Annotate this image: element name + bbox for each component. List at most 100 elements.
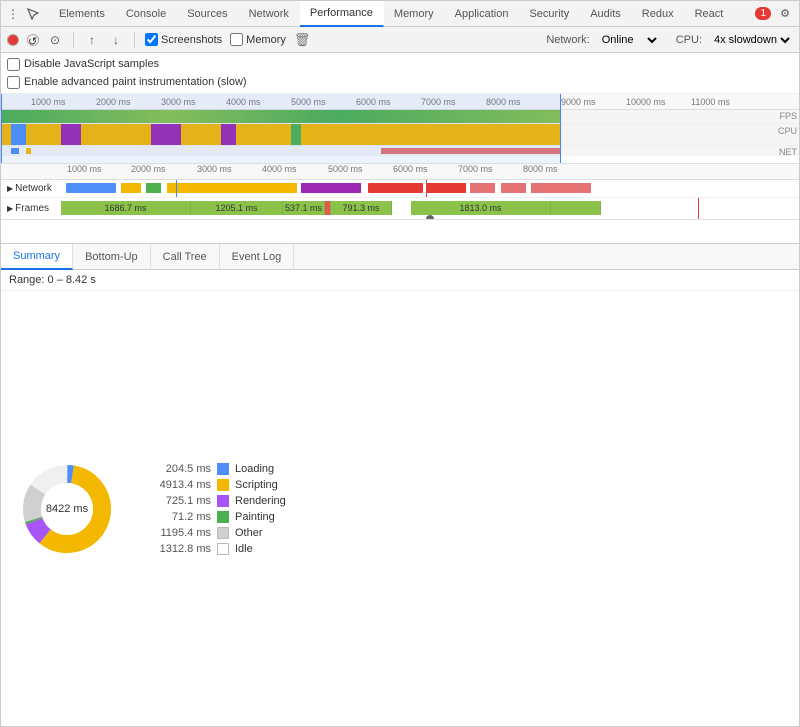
main-tick-6000: 6000 ms xyxy=(393,164,428,174)
tab-redux[interactable]: Redux xyxy=(632,1,685,27)
legend-painting: 71.2 ms Painting xyxy=(141,511,286,523)
screenshots-checkbox[interactable] xyxy=(145,33,158,46)
frame-3: 537.1 ms xyxy=(283,201,325,215)
net-req-5 xyxy=(301,183,361,193)
toolbar: ↺ ⊙ ↑ ↓ Screenshots Memory 🗑 Network: On… xyxy=(1,27,799,53)
net-req-7 xyxy=(426,183,466,193)
frame-6 xyxy=(551,201,601,215)
network-select[interactable]: Online Slow 3G Fast 3G Offline xyxy=(598,33,660,47)
upload-icon[interactable]: ↑ xyxy=(84,32,100,48)
tab-event-log[interactable]: Event Log xyxy=(220,244,295,270)
disable-js-checkbox[interactable] xyxy=(7,58,20,71)
range-label: Range: 0 – 8.42 s xyxy=(9,274,96,286)
net-req-3 xyxy=(146,183,161,193)
cpu-text: CPU xyxy=(778,126,797,136)
fps-bars xyxy=(1,110,561,123)
cpu-select[interactable]: 4x slowdown No throttling 2x slowdown 6x… xyxy=(710,33,793,47)
enable-paint-checkbox[interactable] xyxy=(7,76,20,89)
other-ms: 1195.4 ms xyxy=(141,527,211,539)
main-timeline[interactable]: 1000 ms 2000 ms 3000 ms 4000 ms 5000 ms … xyxy=(1,164,799,244)
net-req-10 xyxy=(531,183,591,193)
resize-handle[interactable] xyxy=(426,215,434,219)
net-track: NET xyxy=(1,146,799,156)
tick-11000: 11000 ms xyxy=(691,97,730,107)
frame-4: 791.3 ms xyxy=(331,201,392,215)
loading-ms: 204.5 ms xyxy=(141,463,211,475)
tab-security[interactable]: Security xyxy=(519,1,580,27)
tick-3000: 3000 ms xyxy=(161,97,196,107)
frames-track-content: 1686.7 ms 1205.1 ms 537.1 ms 791.3 ms xyxy=(61,198,799,219)
tab-react[interactable]: React xyxy=(685,1,735,27)
net-req-1 xyxy=(66,183,116,193)
net-req-6 xyxy=(368,183,423,193)
network-track-label[interactable]: ▶ Network xyxy=(1,183,61,194)
frame-5: 1813.0 ms xyxy=(411,201,551,215)
separator xyxy=(73,32,74,48)
frames-track-label[interactable]: ▶ Frames xyxy=(1,203,61,214)
legend-scripting: 4913.4 ms Scripting xyxy=(141,479,286,491)
cpu-label: CPU: xyxy=(676,34,702,46)
overview-timeline[interactable]: 1000 ms 2000 ms 3000 ms 4000 ms 5000 ms … xyxy=(1,94,799,164)
main-tick-3000: 3000 ms xyxy=(197,164,232,174)
donut-chart: 8422 ms xyxy=(17,459,117,559)
devtools-icons: ⋮ xyxy=(5,6,41,22)
net-req-9 xyxy=(501,183,526,193)
legend-idle: 1312.8 ms Idle xyxy=(141,543,286,555)
devtools-window: ⋮ Elements Console Sources Network Perfo… xyxy=(0,0,800,727)
trash-icon[interactable]: 🗑 xyxy=(294,32,311,48)
legend: 204.5 ms Loading 4913.4 ms Scripting 725… xyxy=(141,463,286,555)
main-tick-4000: 4000 ms xyxy=(262,164,297,174)
other-color xyxy=(217,527,229,539)
legend-rendering: 725.1 ms Rendering xyxy=(141,495,286,507)
disable-js-label: Disable JavaScript samples xyxy=(24,58,159,70)
tab-call-tree[interactable]: Call Tree xyxy=(151,244,220,270)
idle-color xyxy=(217,543,229,555)
painting-ms: 71.2 ms xyxy=(141,511,211,523)
tick-5000: 5000 ms xyxy=(291,97,326,107)
screenshots-checkbox-label[interactable]: Screenshots xyxy=(145,33,222,46)
rendering-ms: 725.1 ms xyxy=(141,495,211,507)
network-label-text: Network xyxy=(15,183,52,194)
fps-track: FPS xyxy=(1,110,799,124)
rendering-color xyxy=(217,495,229,507)
refresh-button[interactable]: ↺ xyxy=(27,34,39,46)
legend-loading: 204.5 ms Loading xyxy=(141,463,286,475)
tab-network[interactable]: Network xyxy=(239,1,300,27)
tab-bottom-up[interactable]: Bottom-Up xyxy=(73,244,151,270)
tab-audits[interactable]: Audits xyxy=(580,1,632,27)
tab-summary[interactable]: Summary xyxy=(1,244,73,270)
frames-track-row: ▶ Frames 1686.7 ms 1205.1 ms 537.1 ms xyxy=(1,198,799,220)
cpu-track: CPU xyxy=(1,124,799,146)
tab-memory[interactable]: Memory xyxy=(384,1,445,27)
main-tick-5000: 5000 ms xyxy=(328,164,363,174)
tab-application[interactable]: Application xyxy=(445,1,520,27)
inspect-icon[interactable] xyxy=(25,6,41,22)
options-bar: Disable JavaScript samples Enable advanc… xyxy=(1,53,799,94)
enable-paint-label: Enable advanced paint instrumentation (s… xyxy=(24,76,247,88)
clear-button[interactable]: ⊙ xyxy=(47,32,63,48)
memory-checkbox-label[interactable]: Memory xyxy=(230,33,286,46)
frames-chevron: ▶ xyxy=(7,204,13,213)
cpu-rendering-2 xyxy=(151,124,181,145)
painting-color xyxy=(217,511,229,523)
main-tick-7000: 7000 ms xyxy=(458,164,493,174)
tab-elements[interactable]: Elements xyxy=(49,1,116,27)
settings-icon[interactable]: ⚙ xyxy=(775,4,795,24)
tab-sources[interactable]: Sources xyxy=(177,1,238,27)
loading-color xyxy=(217,463,229,475)
tick-6000: 6000 ms xyxy=(356,97,391,107)
scripting-name: Scripting xyxy=(235,479,278,491)
net-text: NET xyxy=(779,147,797,156)
cpu-painting xyxy=(291,124,301,145)
memory-checkbox[interactable] xyxy=(230,33,243,46)
dock-icon[interactable]: ⋮ xyxy=(5,6,21,22)
tab-performance[interactable]: Performance xyxy=(300,1,384,27)
overview-ruler: 1000 ms 2000 ms 3000 ms 4000 ms 5000 ms … xyxy=(1,94,799,110)
download-icon[interactable]: ↓ xyxy=(108,32,124,48)
tick-4000: 4000 ms xyxy=(226,97,261,107)
tab-console[interactable]: Console xyxy=(116,1,177,27)
rendering-name: Rendering xyxy=(235,495,286,507)
record-button[interactable] xyxy=(7,34,19,46)
range-info: Range: 0 – 8.42 s xyxy=(1,270,799,291)
legend-other: 1195.4 ms Other xyxy=(141,527,286,539)
